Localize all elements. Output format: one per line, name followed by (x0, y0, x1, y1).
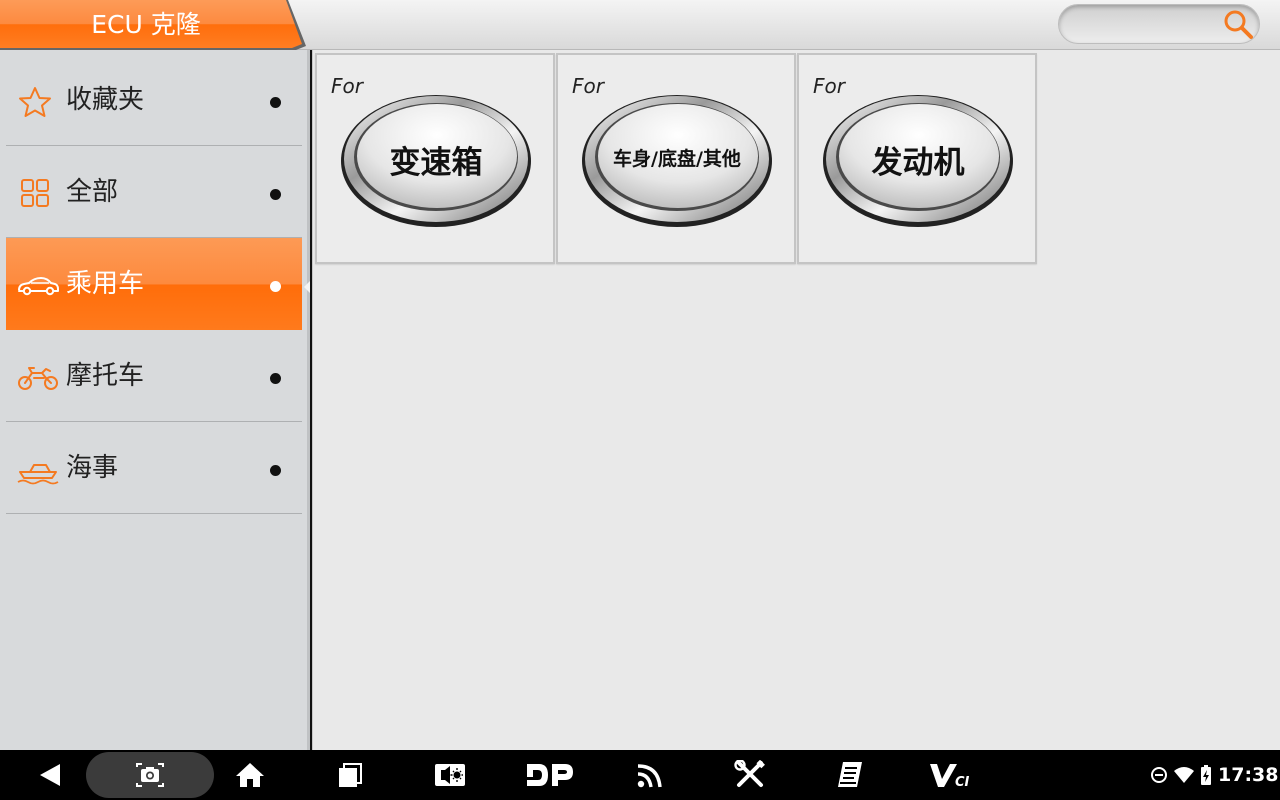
home-icon[interactable] (230, 750, 270, 800)
notes-icon[interactable] (830, 750, 870, 800)
bullet-dot (270, 465, 281, 476)
star-icon (16, 86, 54, 118)
sidebar-item-label: 收藏夹 (66, 85, 145, 115)
engine-button[interactable]: 发动机 (821, 89, 1015, 229)
sidebar-item-motorcycle[interactable]: 摩托车 (6, 330, 302, 422)
transmission-button[interactable]: 变速箱 (339, 89, 533, 229)
car-icon (16, 270, 59, 302)
bullet-dot (270, 281, 281, 292)
grid-icon (16, 178, 54, 210)
screenshot-icon[interactable] (130, 750, 170, 800)
sidebar-item-label: 全部 (66, 177, 119, 207)
tile-label: 车身/底盘/其他 (613, 148, 741, 170)
vci-icon[interactable]: CI (926, 750, 976, 800)
module-grid: For 变速箱 For 车身/底盘/其他 For 发动机 (312, 50, 1280, 750)
page-title: ECU 克隆 (91, 10, 201, 39)
wifi-icon (1174, 767, 1194, 783)
bullet-dot (270, 373, 281, 384)
do-not-disturb-icon (1151, 767, 1167, 783)
system-nav-bar: CI 17:38 (0, 750, 1280, 800)
tile-label: 变速箱 (389, 144, 483, 181)
battery-icon (1201, 765, 1211, 785)
sidebar-item-marine[interactable]: 海事 (6, 422, 302, 514)
tile-transmission[interactable]: For 变速箱 (315, 53, 555, 264)
title-tab: ECU 克隆 (0, 0, 308, 50)
search-icon[interactable] (1222, 8, 1254, 40)
svg-text:CI: CI (955, 775, 970, 789)
tile-engine[interactable]: For 发动机 (797, 53, 1037, 264)
body-chassis-other-button[interactable]: 车身/底盘/其他 (580, 89, 774, 229)
bullet-dot (270, 189, 281, 200)
tools-icon[interactable] (730, 750, 770, 800)
tile-label: 发动机 (871, 144, 965, 181)
sidebar-item-favorites[interactable]: 收藏夹 (6, 54, 302, 146)
sidebar-item-label: 乘用车 (66, 269, 145, 299)
search-input[interactable] (1073, 11, 1223, 39)
wireless-icon[interactable] (630, 750, 670, 800)
back-icon[interactable] (30, 750, 70, 800)
category-sidebar: 收藏夹 全部 乘用车 摩托车 海事 (0, 50, 310, 750)
recent-apps-icon[interactable] (330, 750, 370, 800)
brightness-icon[interactable] (430, 750, 470, 800)
sidebar-item-label: 海事 (66, 453, 119, 483)
top-bar: ECU 克隆 (0, 0, 1280, 50)
bullet-dot (270, 97, 281, 108)
sidebar-item-label: 摩托车 (66, 361, 145, 391)
tile-body-chassis-other[interactable]: For 车身/底盘/其他 (556, 53, 796, 264)
sidebar-item-passenger-car[interactable]: 乘用车 (6, 238, 302, 330)
active-item-pointer (304, 281, 310, 293)
status-area: 17:38 (1150, 750, 1278, 800)
motorcycle-icon (16, 362, 58, 394)
sidebar-item-all[interactable]: 全部 (6, 146, 302, 238)
status-clock: 17:38 (1218, 764, 1279, 786)
boat-icon (16, 454, 59, 486)
dp-icon[interactable] (524, 750, 576, 800)
